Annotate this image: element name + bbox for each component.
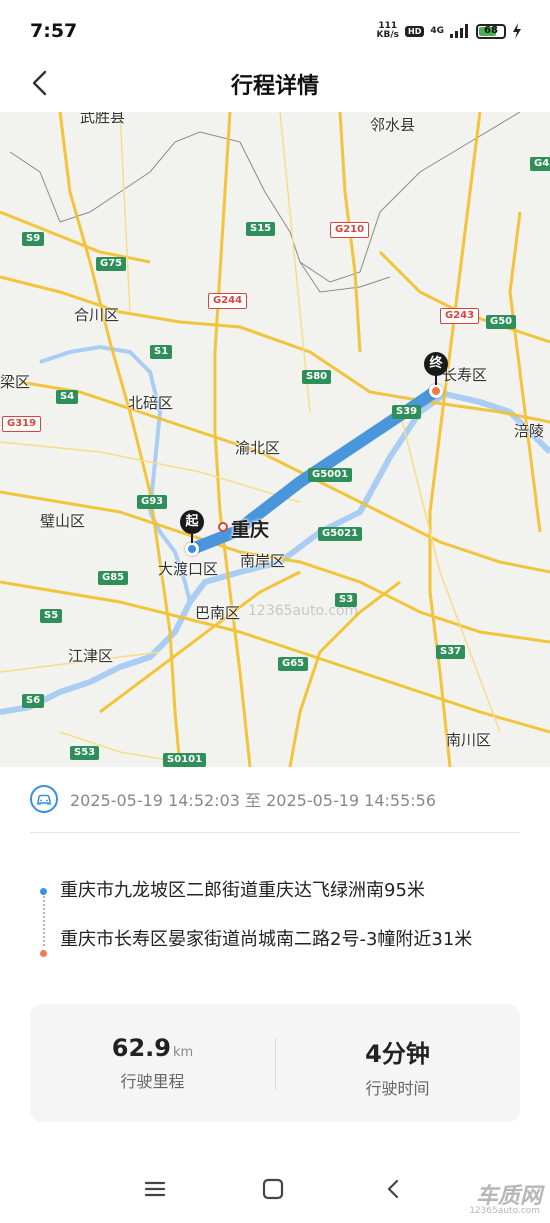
trip-stats-card: 62.9 km 行驶里程 4分钟 行驶时间 <box>30 1004 520 1122</box>
city-label: 璧山区 <box>40 512 86 530</box>
city-label: 渝北区 <box>235 439 281 457</box>
status-time: 7:57 <box>30 20 78 42</box>
road-label: G93 <box>137 495 168 509</box>
trip-time-row: 2025-05-19 14:52:03 至 2025-05-19 14:55:5… <box>30 782 520 816</box>
road-label: S5 <box>40 609 63 623</box>
road-label: S0101 <box>163 753 207 767</box>
distance-value: 62.9 <box>111 1034 171 1062</box>
city-label-chongqing: 重庆 <box>231 519 270 541</box>
city-label: 武胜县 <box>80 112 126 126</box>
road-label: S53 <box>70 746 100 760</box>
city-label: 大渡口区 <box>158 560 219 578</box>
city-label: 邻水县 <box>370 116 416 134</box>
road-label: G65 <box>278 657 309 671</box>
start-pin[interactable]: 起 <box>180 510 204 543</box>
brand-url: 12365auto.com <box>469 1206 540 1216</box>
battery-icon: 68 <box>476 23 506 39</box>
city-label: 合川区 <box>74 306 120 324</box>
header: 行程详情 <box>0 60 550 108</box>
road-label: S4 <box>56 390 79 404</box>
road-label: G319 <box>2 416 42 432</box>
road-label: S6 <box>22 694 45 708</box>
end-dot <box>429 384 443 398</box>
page-title: 行程详情 <box>230 74 319 99</box>
road-label: G243 <box>440 308 480 324</box>
duration-value: 4分钟 <box>365 1040 430 1068</box>
city-label: 涪陵 <box>514 422 545 440</box>
trip-time-range: 2025-05-19 14:52:03 至 2025-05-19 14:55:5… <box>70 791 437 810</box>
car-icon <box>30 785 58 813</box>
road-label: G210 <box>330 222 370 238</box>
distance-stat: 62.9 km 行驶里程 <box>30 1034 275 1092</box>
back-nav-icon[interactable] <box>378 1174 408 1204</box>
road-label: G5021 <box>318 527 363 541</box>
city-label: 长寿区 <box>442 366 488 384</box>
city-label: 南岸区 <box>240 552 286 570</box>
road-label: S80 <box>302 370 332 384</box>
hd-icon: HD <box>405 25 425 37</box>
map-watermark: 12365auto.com <box>248 603 359 619</box>
road-label: G5001 <box>308 468 353 482</box>
start-dot <box>185 542 199 556</box>
road-label: G42 <box>530 157 550 171</box>
menu-icon[interactable] <box>140 1174 170 1204</box>
charging-icon <box>513 23 521 39</box>
distance-label: 行驶里程 <box>120 1072 185 1091</box>
route-connector <box>43 896 45 946</box>
distance-unit: km <box>173 1045 194 1060</box>
signal-icon <box>450 24 468 38</box>
city-label: 南川区 <box>446 731 492 749</box>
end-pin[interactable]: 终 <box>424 352 448 385</box>
end-address: 重庆市长寿区晏家街道尚城南二路2号-3幢附近31米 <box>60 929 473 950</box>
end-address-dot <box>40 950 47 957</box>
status-indicators: 111 KB/s HD 4G 68 <box>377 22 522 40</box>
duration-stat: 4分钟 行驶时间 <box>275 1034 520 1099</box>
status-bar: 7:57 111 KB/s HD 4G 68 <box>0 0 550 64</box>
road-label: S15 <box>246 222 276 236</box>
city-label: 巴南区 <box>195 604 241 622</box>
road-label: G75 <box>96 257 127 271</box>
network-type: 4G <box>430 25 444 36</box>
road-label: S1 <box>150 345 173 359</box>
route-map[interactable]: S9 G75 S15 G210 G244 G243 G50 S1 S80 S4 … <box>0 112 550 767</box>
city-label: 江津区 <box>68 647 114 665</box>
road-label: S37 <box>436 645 466 659</box>
city-label: 梁区 <box>0 373 31 391</box>
city-label: 北碚区 <box>128 394 174 412</box>
road-label: G244 <box>208 293 248 309</box>
network-speed: 111 KB/s <box>376 21 399 40</box>
road-label: G50 <box>486 315 517 329</box>
start-address: 重庆市九龙坡区二郎街道重庆达飞绿洲南95米 <box>60 880 425 901</box>
road-label: S9 <box>22 232 45 246</box>
road-label: S39 <box>392 405 422 419</box>
system-nav-bar <box>0 1160 550 1223</box>
city-center-marker <box>218 522 228 532</box>
duration-label: 行驶时间 <box>365 1079 430 1098</box>
road-label: G85 <box>98 571 129 585</box>
divider <box>30 832 520 833</box>
home-icon[interactable] <box>258 1174 288 1204</box>
start-address-dot <box>40 888 47 895</box>
